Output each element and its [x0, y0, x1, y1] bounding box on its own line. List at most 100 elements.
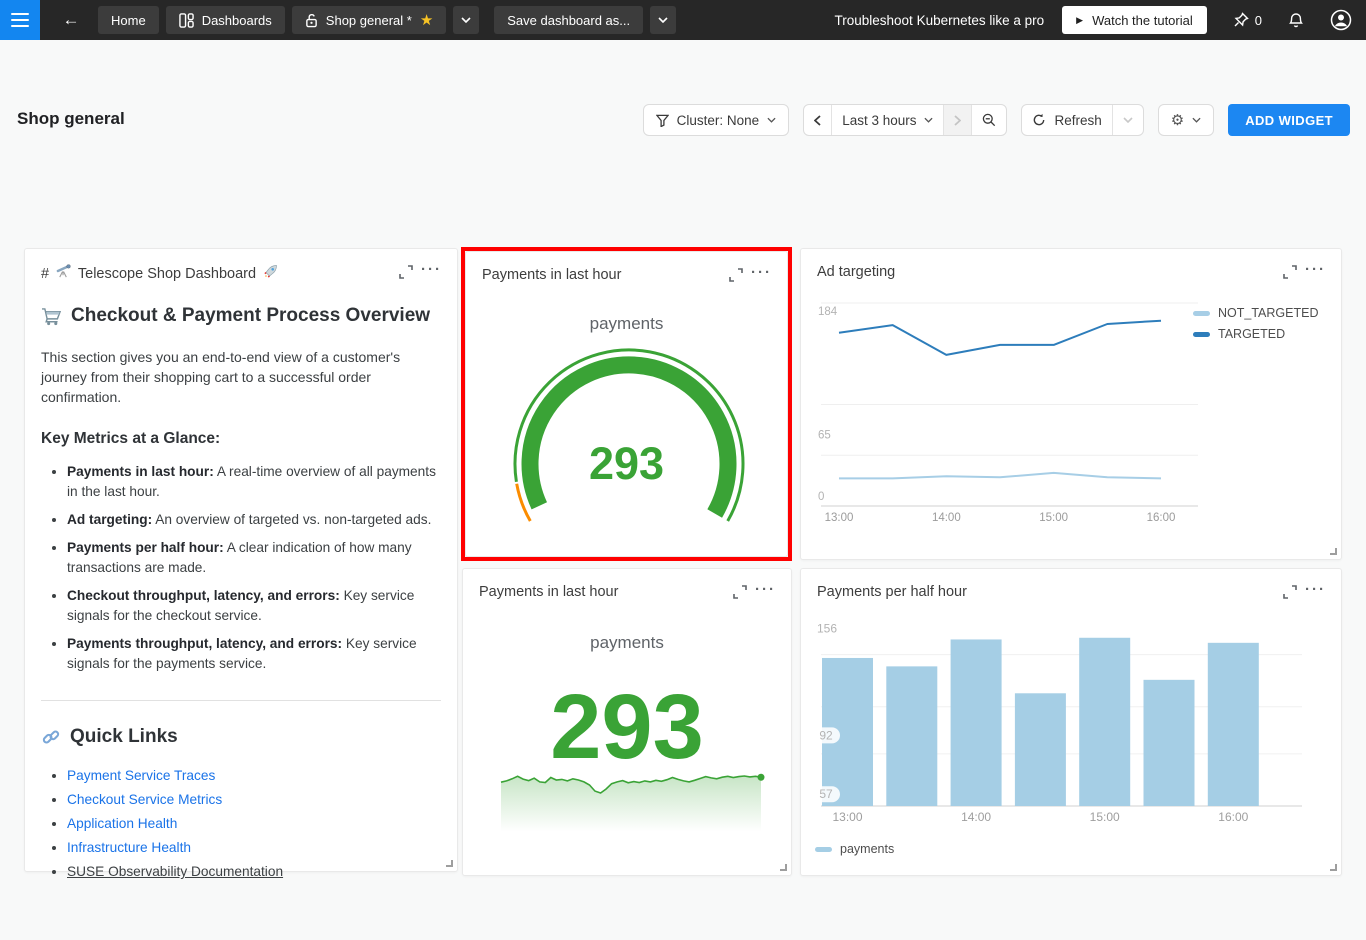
pin-icon: [1233, 12, 1249, 28]
top-navbar: ← Home Dashboards Shop general * ★ Save …: [0, 0, 1366, 40]
add-widget-button[interactable]: ADD WIDGET: [1228, 104, 1350, 136]
filter-icon: [655, 114, 669, 127]
resize-handle[interactable]: [1330, 864, 1337, 871]
svg-text:92: 92: [819, 728, 833, 742]
refresh-group: Refresh: [1021, 104, 1144, 136]
chevron-down-icon: [658, 17, 668, 23]
svg-text:16:00: 16:00: [1147, 512, 1176, 524]
menu-button[interactable]: [0, 0, 40, 40]
widget-ad-targeting: Ad targeting ··· 184 65 0 13:00 14:00 15:00 16…: [800, 248, 1342, 560]
nav-tabs: Home Dashboards Shop general * ★: [98, 6, 480, 34]
expand-widget-button[interactable]: [729, 268, 743, 287]
metrics-list: Payments in last hour: A real-time overv…: [67, 462, 441, 674]
dashboard-options-chevron[interactable]: [453, 6, 480, 34]
svg-text:14:00: 14:00: [961, 810, 991, 824]
svg-text:16:00: 16:00: [1218, 810, 1248, 824]
svg-text:57: 57: [819, 787, 833, 801]
cluster-filter-label: Cluster: None: [676, 112, 760, 128]
page-header: Shop general Cluster: None Last 3 hours: [0, 40, 1366, 136]
legend-item[interactable]: payments: [815, 842, 894, 856]
chevron-down-icon: [1123, 117, 1133, 123]
legend-item[interactable]: TARGETED: [1193, 327, 1318, 341]
tab-dashboards-label: Dashboards: [201, 12, 272, 28]
refresh-button[interactable]: Refresh: [1022, 105, 1111, 135]
pinned-views-button[interactable]: 0: [1233, 12, 1262, 28]
page-title: Shop general: [17, 109, 125, 128]
widget-menu-button[interactable]: ···: [421, 262, 442, 277]
section-heading: Checkout & Payment Process Overview: [41, 305, 441, 327]
widget-title: Payments in last hour: [482, 267, 622, 283]
quick-link-item: Application Health: [67, 816, 441, 831]
star-icon[interactable]: ★: [420, 13, 433, 28]
notifications-button[interactable]: [1288, 12, 1304, 29]
expand-icon: [729, 268, 743, 282]
bar-chart[interactable]: 13:00 14:00 15:00 16:00 156 92 57: [801, 569, 1343, 877]
lock-open-icon: [305, 13, 318, 28]
quick-link[interactable]: Application Health: [67, 816, 177, 831]
quick-link[interactable]: Infrastructure Health: [67, 840, 191, 855]
widget-menu-button[interactable]: ···: [751, 265, 772, 280]
refresh-label: Refresh: [1054, 112, 1102, 128]
tab-dashboards[interactable]: Dashboards: [165, 6, 285, 34]
metrics-heading: Key Metrics at a Glance:: [41, 430, 221, 447]
dashboard-toolbar: Cluster: None Last 3 hours Refresh ⚙ ADD…: [642, 104, 1350, 136]
resize-handle[interactable]: [780, 864, 787, 871]
quick-link[interactable]: Checkout Service Metrics: [67, 792, 222, 807]
gauge-series-label: payments: [589, 314, 664, 333]
metric-item: Checkout throughput, latency, and errors…: [67, 586, 441, 626]
sparkline-chart[interactable]: [463, 569, 793, 877]
chevron-right-icon: [954, 114, 962, 126]
quick-link[interactable]: Payment Service Traces: [67, 768, 215, 783]
svg-text:13:00: 13:00: [825, 512, 854, 524]
telescope-icon: [56, 264, 71, 278]
time-range-button[interactable]: Last 3 hours: [831, 105, 943, 135]
cart-icon: [41, 307, 62, 326]
avatar-icon: [1330, 9, 1352, 31]
chart-legend: NOT_TARGETED TARGETED: [1193, 306, 1318, 341]
expand-widget-button[interactable]: [399, 265, 413, 284]
save-options-chevron[interactable]: [650, 6, 677, 34]
quick-link-item: Infrastructure Health: [67, 840, 441, 855]
chevron-down-icon: [924, 117, 934, 123]
svg-text:65: 65: [818, 429, 831, 441]
chevron-down-icon: [767, 117, 776, 123]
time-forward-button[interactable]: [943, 105, 972, 135]
save-dashboard-button[interactable]: Save dashboard as...: [494, 6, 644, 34]
svg-text:15:00: 15:00: [1090, 810, 1120, 824]
tab-home[interactable]: Home: [98, 6, 159, 34]
widget-markdown: # Telescope Shop Dashboard ··· Checkout …: [24, 248, 458, 879]
zoom-out-button[interactable]: [971, 105, 1006, 135]
user-avatar[interactable]: [1330, 9, 1352, 31]
metric-item: Payments in last hour: A real-time overv…: [67, 462, 441, 502]
tab-shop-general[interactable]: Shop general * ★: [291, 6, 447, 34]
svg-text:15:00: 15:00: [1039, 512, 1068, 524]
widget-payments-per-half-hour: Payments per half hour ··· 13:00 14:00 15:…: [800, 568, 1342, 876]
resize-handle[interactable]: [446, 860, 453, 867]
legend-label: payments: [840, 842, 895, 856]
markdown-content: Checkout & Payment Process Overview This…: [41, 297, 441, 888]
resize-handle[interactable]: [1330, 548, 1337, 555]
intro-text: This section gives you an end-to-end vie…: [41, 349, 401, 405]
quick-link-item: Payment Service Traces: [67, 768, 441, 783]
metric-item: Ad targeting: An overview of targeted vs…: [67, 510, 441, 530]
legend-item[interactable]: NOT_TARGETED: [1193, 306, 1318, 320]
quick-link[interactable]: SUSE Observability Documentation: [67, 864, 283, 879]
watch-tutorial-label: Watch the tutorial: [1092, 12, 1193, 28]
legend-swatch: [1193, 310, 1210, 316]
zoom-out-icon: [983, 113, 996, 127]
cluster-filter-button[interactable]: Cluster: None: [642, 104, 790, 136]
time-back-button[interactable]: [804, 105, 831, 135]
watch-tutorial-button[interactable]: ▶ Watch the tutorial: [1062, 6, 1207, 34]
settings-button[interactable]: ⚙: [1157, 104, 1215, 136]
refresh-options-chevron[interactable]: [1111, 105, 1143, 135]
line-chart[interactable]: 184 65 013:00 14:00 15:00 16:00: [801, 249, 1343, 561]
quick-link-item: SUSE Observability Documentation: [67, 864, 441, 879]
chevron-down-icon: [461, 17, 471, 23]
tab-home-label: Home: [111, 12, 146, 28]
svg-text:0: 0: [818, 491, 824, 503]
svg-text:13:00: 13:00: [832, 810, 862, 824]
svg-text:184: 184: [818, 306, 838, 318]
back-button[interactable]: ←: [54, 6, 88, 34]
widget-payments-gauge: Payments in last hour ··· payments 293: [465, 251, 788, 557]
quick-link-item: Checkout Service Metrics: [67, 792, 441, 807]
